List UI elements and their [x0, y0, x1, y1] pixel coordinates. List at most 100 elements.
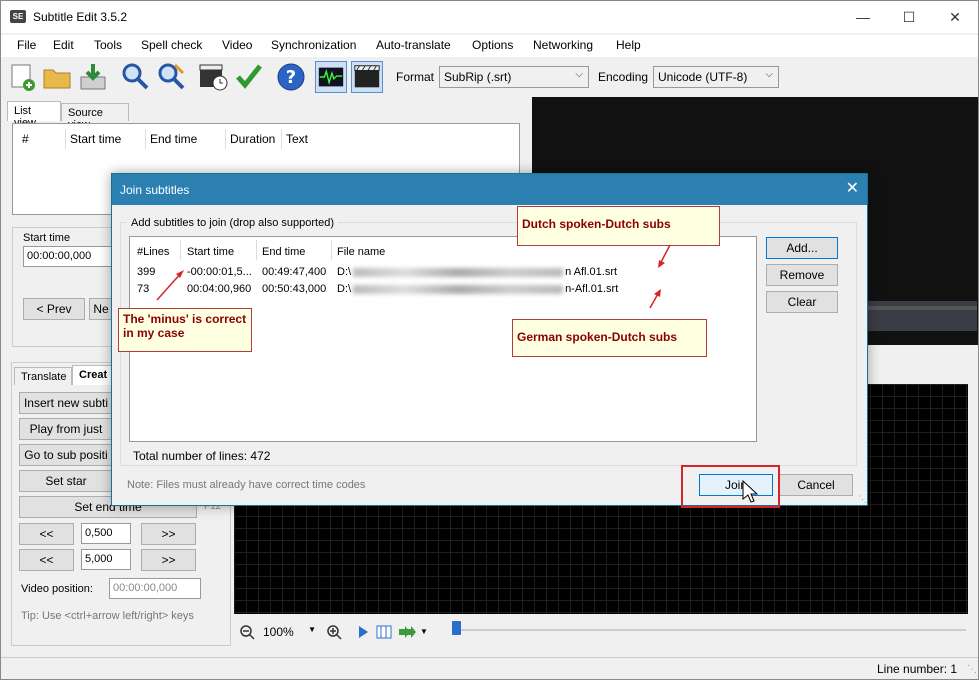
split-icon[interactable] [376, 624, 392, 640]
arrow-dutch-annotation [658, 244, 671, 268]
window-title: Subtitle Edit 3.5.2 [33, 10, 128, 24]
video-position-input[interactable]: 00:00:00,000 [109, 578, 201, 599]
menu-networking[interactable]: Networking [533, 38, 593, 52]
add-button[interactable]: Add... [766, 237, 838, 259]
maximize-button[interactable]: ☐ [886, 1, 932, 33]
menu-edit[interactable]: Edit [53, 38, 74, 52]
column-separator [180, 240, 181, 260]
row-end: 00:49:47,400 [262, 266, 327, 278]
start-time-input[interactable]: 00:00:00,000 [23, 246, 112, 267]
note-text: Note: Files must already have correct ti… [127, 479, 366, 491]
waveform-position-track[interactable] [456, 629, 966, 631]
line-number-status: Line number: 1 [877, 662, 958, 676]
menu-bar: File Edit Tools Spell check Video Synchr… [1, 35, 978, 57]
zoom-out-icon[interactable] [239, 624, 255, 640]
tab-source-view[interactable]: Source view [61, 103, 129, 131]
chevron-down-icon: ▼ [308, 625, 316, 634]
column-header-file-name[interactable]: File name [337, 246, 385, 258]
remove-button[interactable]: Remove [766, 264, 838, 286]
start-time-label: Start time [23, 232, 71, 244]
waveform-position-slider[interactable] [452, 621, 461, 635]
menu-auto-translate[interactable]: Auto-translate [376, 38, 451, 52]
find-icon[interactable] [119, 61, 151, 93]
column-header-end-time[interactable]: End time [262, 246, 305, 258]
column-header-start-time[interactable]: Start time [187, 246, 234, 258]
menu-synchronization[interactable]: Synchronization [271, 38, 356, 52]
column-separator [145, 129, 146, 149]
next-button[interactable]: Ne [89, 298, 113, 320]
play-from-just-before-button[interactable]: Play from just [19, 418, 113, 440]
minimize-button[interactable]: — [840, 1, 886, 33]
file-path-suffix: n Afl.01.srt [565, 266, 618, 278]
file-path-prefix: D:\ [337, 283, 352, 295]
annotation-german: German spoken-Dutch subs [512, 319, 707, 357]
column-header-start[interactable]: Start time [70, 132, 121, 146]
format-value: SubRip (.srt) [444, 70, 512, 84]
dialog-title-bar: Join subtitles ✕ [112, 174, 867, 205]
column-separator [331, 240, 332, 260]
video-icon[interactable] [351, 61, 383, 93]
clear-button[interactable]: Clear [766, 291, 838, 313]
tab-translate[interactable]: Translate [14, 367, 72, 385]
column-separator [256, 240, 257, 260]
column-header-number[interactable]: # [22, 132, 29, 146]
format-label: Format [396, 70, 435, 84]
row-file: D:\ n-Afl.01.srt [337, 283, 618, 295]
help-icon[interactable]: ? [275, 61, 307, 93]
prev-button[interactable]: < Prev [23, 298, 85, 320]
spell-check-icon[interactable] [233, 61, 265, 93]
play-icon[interactable] [357, 625, 369, 639]
edit-panel [12, 227, 112, 347]
dialog-close-icon[interactable]: ✕ [846, 178, 859, 198]
step-large-input[interactable]: 5,000 [81, 549, 131, 570]
encoding-label: Encoding [598, 70, 649, 84]
cancel-button[interactable]: Cancel [779, 474, 853, 496]
menu-tools[interactable]: Tools [94, 38, 122, 52]
step-back-small-button[interactable]: << [19, 523, 74, 545]
chevron-down-icon[interactable]: ▼ [420, 627, 428, 636]
step-forward-small-button[interactable]: >> [141, 523, 196, 545]
zoom-in-icon[interactable] [326, 624, 342, 640]
video-seek-bar[interactable] [867, 306, 977, 310]
menu-video[interactable]: Video [222, 38, 252, 52]
chevron-down-icon: ⌵ [575, 69, 583, 80]
format-select[interactable]: SubRip (.srt) ⌵ [439, 66, 589, 88]
file-path-prefix: D:\ [337, 266, 352, 278]
status-bar: Line number: 1 ⋱ [1, 657, 978, 679]
close-button[interactable]: ✕ [932, 1, 978, 33]
replace-icon[interactable] [155, 61, 187, 93]
toolbar: ? Format SubRip (.srt) ⌵ Encoding Unicode… [1, 58, 978, 96]
column-header-lines[interactable]: #Lines [137, 246, 169, 258]
set-start-button[interactable]: Set star [19, 470, 113, 492]
column-header-text[interactable]: Text [286, 132, 308, 146]
menu-file[interactable]: File [17, 38, 36, 52]
svg-text:?: ? [286, 67, 296, 88]
menu-help[interactable]: Help [616, 38, 641, 52]
arrow-minus-annotation [156, 270, 184, 301]
step-forward-large-button[interactable]: >> [141, 549, 196, 571]
menu-spell-check[interactable]: Spell check [141, 38, 202, 52]
menu-options[interactable]: Options [472, 38, 513, 52]
tip-text: Tip: Use <ctrl+arrow left/right> keys [21, 610, 194, 622]
download-icon[interactable] [77, 61, 109, 93]
tab-create[interactable]: Creat [72, 365, 114, 385]
open-folder-icon[interactable] [41, 61, 73, 93]
visual-sync-icon[interactable] [197, 61, 229, 93]
go-to-sub-position-button[interactable]: Go to sub positi [19, 444, 113, 466]
tab-list-view[interactable]: List view [7, 101, 61, 129]
next-subtitle-icon[interactable] [398, 624, 418, 640]
total-lines: Total number of lines: 472 [133, 449, 271, 463]
column-header-duration[interactable]: Duration [230, 132, 275, 146]
zoom-select[interactable]: 100% ▼ [259, 623, 319, 641]
title-bar: SE Subtitle Edit 3.5.2 — ☐ ✕ [1, 1, 978, 33]
column-separator [225, 129, 226, 149]
waveform-icon[interactable] [315, 61, 347, 93]
step-back-large-button[interactable]: << [19, 549, 74, 571]
insert-new-subtitle-button[interactable]: Insert new subti [19, 392, 113, 414]
encoding-select[interactable]: Unicode (UTF-8) ⌵ [653, 66, 779, 88]
arrow-german-annotation [649, 289, 661, 309]
column-header-end[interactable]: End time [150, 132, 197, 146]
step-small-input[interactable]: 0,500 [81, 523, 131, 544]
video-position-label: Video position: [21, 583, 93, 595]
new-file-icon[interactable] [7, 61, 39, 93]
